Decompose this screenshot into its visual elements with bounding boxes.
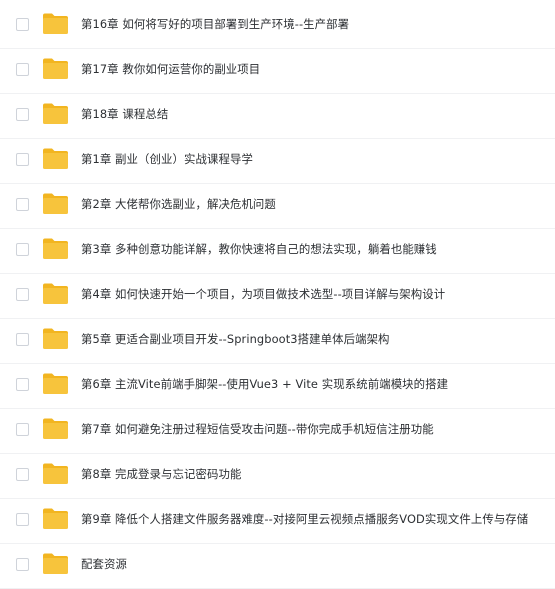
list-item[interactable]: 第9章 降低个人搭建文件服务器难度--对接阿里云视频点播服务VOD实现文件上传与…: [0, 499, 555, 544]
folder-icon: [42, 102, 69, 125]
row-checkbox[interactable]: [16, 18, 29, 31]
row-checkbox[interactable]: [16, 468, 29, 481]
list-item[interactable]: 第6章 主流Vite前端手脚架--使用Vue3 + Vite 实现系统前端模块的…: [0, 364, 555, 409]
folder-icon: [42, 237, 69, 260]
folder-name[interactable]: 第4章 如何快速开始一个项目，为项目做技术选型--项目详解与架构设计: [81, 286, 445, 303]
list-item[interactable]: 第3章 多种创意功能详解，教你快速将自己的想法实现，躺着也能赚钱: [0, 229, 555, 274]
folder-icon: [42, 192, 69, 215]
folder-name[interactable]: 第1章 副业（创业）实战课程导学: [81, 151, 253, 168]
list-item[interactable]: 第16章 如何将写好的项目部署到生产环境--生产部署: [0, 4, 555, 49]
list-item[interactable]: 第8章 完成登录与忘记密码功能: [0, 454, 555, 499]
folder-name[interactable]: 第7章 如何避免注册过程短信受攻击问题--带你完成手机短信注册功能: [81, 421, 434, 438]
row-checkbox[interactable]: [16, 333, 29, 346]
folder-icon: [42, 327, 69, 350]
row-checkbox[interactable]: [16, 423, 29, 436]
row-checkbox[interactable]: [16, 63, 29, 76]
row-checkbox[interactable]: [16, 513, 29, 526]
folder-name[interactable]: 第18章 课程总结: [81, 106, 168, 123]
list-item[interactable]: 第7章 如何避免注册过程短信受攻击问题--带你完成手机短信注册功能: [0, 409, 555, 454]
folder-name[interactable]: 第5章 更适合副业项目开发--Springboot3搭建单体后端架构: [81, 331, 390, 348]
folder-name[interactable]: 第9章 降低个人搭建文件服务器难度--对接阿里云视频点播服务VOD实现文件上传与…: [81, 511, 528, 528]
row-checkbox[interactable]: [16, 558, 29, 571]
list-item[interactable]: 第1章 副业（创业）实战课程导学: [0, 139, 555, 184]
list-item[interactable]: 第4章 如何快速开始一个项目，为项目做技术选型--项目详解与架构设计: [0, 274, 555, 319]
file-list: 第16章 如何将写好的项目部署到生产环境--生产部署 第17章 教你如何运营你的…: [0, 0, 555, 589]
folder-icon: [42, 147, 69, 170]
folder-icon: [42, 12, 69, 35]
row-checkbox[interactable]: [16, 378, 29, 391]
row-checkbox[interactable]: [16, 198, 29, 211]
row-checkbox[interactable]: [16, 153, 29, 166]
folder-icon: [42, 57, 69, 80]
folder-name[interactable]: 第16章 如何将写好的项目部署到生产环境--生产部署: [81, 16, 349, 33]
row-checkbox[interactable]: [16, 288, 29, 301]
folder-icon: [42, 462, 69, 485]
list-item[interactable]: 第17章 教你如何运营你的副业项目: [0, 49, 555, 94]
folder-icon: [42, 417, 69, 440]
folder-name[interactable]: 配套资源: [81, 556, 127, 573]
folder-name[interactable]: 第2章 大佬帮你选副业，解决危机问题: [81, 196, 276, 213]
list-item[interactable]: 第5章 更适合副业项目开发--Springboot3搭建单体后端架构: [0, 319, 555, 364]
folder-icon: [42, 282, 69, 305]
row-checkbox[interactable]: [16, 108, 29, 121]
folder-icon: [42, 372, 69, 395]
folder-name[interactable]: 第3章 多种创意功能详解，教你快速将自己的想法实现，躺着也能赚钱: [81, 241, 437, 258]
folder-icon: [42, 507, 69, 530]
list-item[interactable]: 配套资源: [0, 544, 555, 589]
list-item[interactable]: 第18章 课程总结: [0, 94, 555, 139]
folder-name[interactable]: 第8章 完成登录与忘记密码功能: [81, 466, 241, 483]
folder-name[interactable]: 第6章 主流Vite前端手脚架--使用Vue3 + Vite 实现系统前端模块的…: [81, 376, 448, 393]
row-checkbox[interactable]: [16, 243, 29, 256]
list-item[interactable]: 第2章 大佬帮你选副业，解决危机问题: [0, 184, 555, 229]
folder-name[interactable]: 第17章 教你如何运营你的副业项目: [81, 61, 260, 78]
folder-icon: [42, 552, 69, 575]
